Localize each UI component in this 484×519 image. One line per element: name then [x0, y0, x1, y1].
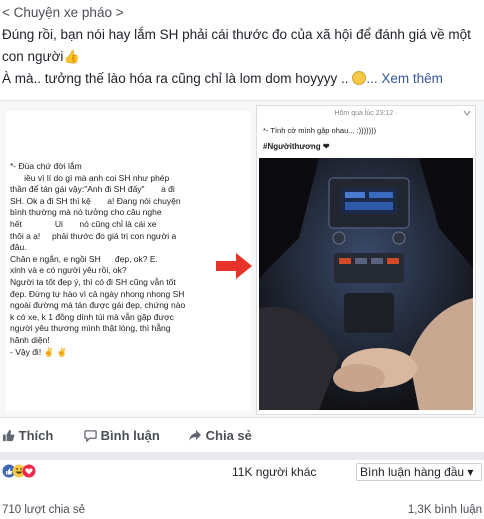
section-divider: [0, 452, 484, 460]
post-line-1: Đúng rồi, bạn nói hay lắm SH phải cái th…: [2, 24, 480, 68]
comment-count[interactable]: 1,3K bình luận: [408, 504, 482, 516]
left-screenshot-text: *- Đùa chứ đời lắm iều vì lí do gì mà an…: [10, 161, 186, 357]
thumbs-up-icon: [2, 429, 15, 442]
thumbs-up-emoji-icon: 👍: [63, 49, 80, 64]
like-label: Thích: [18, 428, 54, 443]
post-image[interactable]: *- Đùa chứ đời lắm iều vì lí do gì mà an…: [0, 100, 484, 418]
smiley-emoji-icon: [352, 71, 367, 85]
right-screenshot: Hôm qua lúc 23:12 · *- Tình cờ mình gặp …: [256, 105, 476, 415]
reaction-icons[interactable]: [2, 464, 36, 481]
red-arrow-icon: [216, 253, 252, 279]
post-body: < Chuyện xe pháo > Đúng rồi, bạn nói hay…: [2, 2, 480, 90]
right-hashtag: #Ngườithương ❤: [263, 142, 330, 151]
see-more-link[interactable]: ... Xem thêm: [366, 71, 443, 86]
share-arrow-icon: [189, 430, 201, 441]
reactions-row: 11K người khác Bình luận hàng đầu ▾: [0, 460, 484, 482]
share-label: Chia sẻ: [205, 428, 252, 443]
post-tag: < Chuyện xe pháo >: [2, 5, 124, 20]
comment-sort-select[interactable]: Bình luận hàng đầu ▾: [356, 463, 482, 481]
post-timestamp: Hôm qua lúc 23:12 ·: [334, 110, 398, 117]
right-caption: *- Tình cờ mình gặp nhau... :))))))): [263, 126, 377, 135]
comment-icon: [84, 430, 97, 443]
action-bar: Thích Bình luận Chia sẻ: [0, 420, 484, 452]
comment-label: Bình luận: [100, 428, 160, 443]
car-interior-photo: [259, 158, 473, 410]
chevron-down-icon: [463, 110, 471, 116]
post-line-2-text: À mà.. tưởng thế lào hóa ra cũng chỉ là …: [2, 71, 349, 86]
share-count[interactable]: 710 lượt chia sẻ: [2, 504, 85, 516]
comment-button[interactable]: Bình luận: [84, 428, 160, 443]
like-button[interactable]: Thích: [2, 428, 53, 443]
share-button[interactable]: Chia sẻ: [188, 428, 252, 443]
post-line-2: À mà.. tưởng thế lào hóa ra cũng chỉ là …: [2, 68, 480, 90]
reaction-count[interactable]: 11K người khác: [232, 465, 316, 479]
